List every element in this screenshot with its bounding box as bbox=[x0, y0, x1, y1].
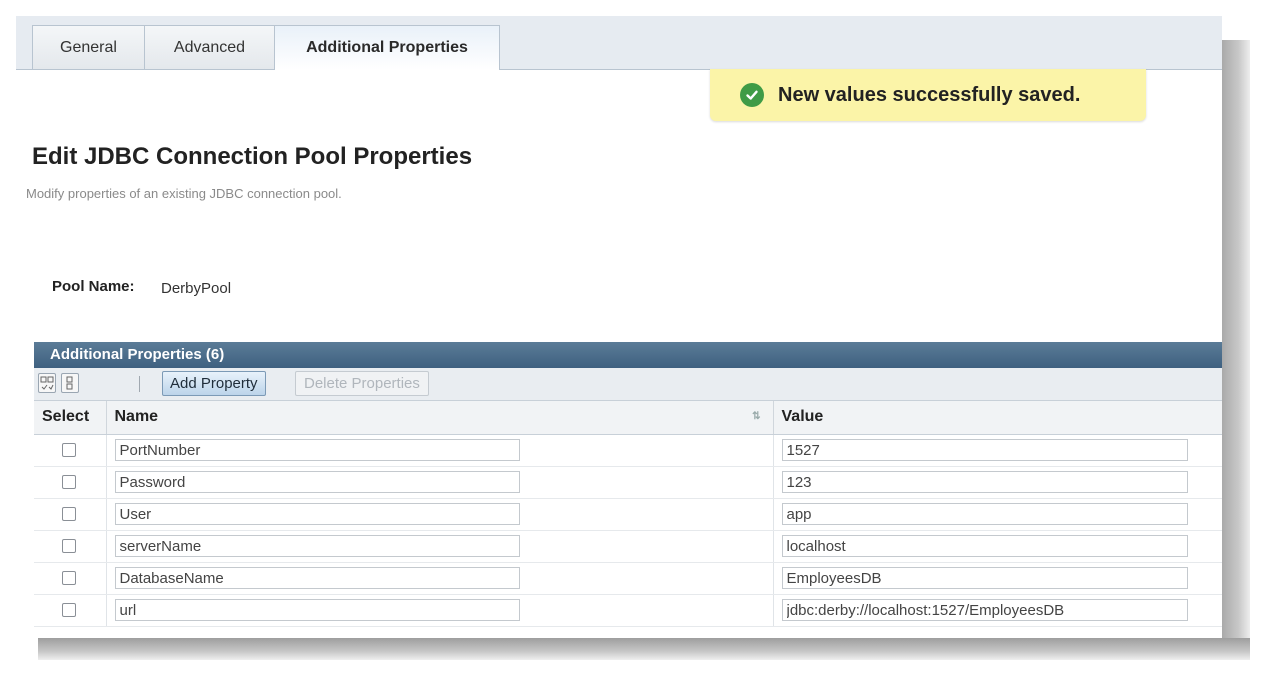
table-row bbox=[34, 594, 1222, 627]
success-alert: New values successfully saved. bbox=[710, 69, 1146, 121]
table-title: Additional Properties (6) bbox=[34, 342, 1222, 368]
table-row bbox=[34, 498, 1222, 531]
column-header-name[interactable]: Name ⇅ bbox=[106, 401, 774, 435]
table-row bbox=[34, 466, 1222, 499]
property-value-field[interactable] bbox=[781, 599, 1188, 621]
page-help-text: Modify properties of an existing JDBC co… bbox=[26, 186, 342, 201]
page-title: Edit JDBC Connection Pool Properties bbox=[32, 143, 473, 170]
property-name-field[interactable] bbox=[114, 503, 520, 525]
property-name-field[interactable] bbox=[114, 599, 520, 621]
tab-general[interactable]: General bbox=[32, 25, 145, 69]
alert-message: New values successfully saved. bbox=[778, 83, 1081, 106]
pool-name-value: DerbyPool bbox=[161, 280, 232, 297]
properties-grid: Select Name ⇅ Value bbox=[34, 401, 1222, 627]
property-value-field[interactable] bbox=[781, 439, 1188, 461]
property-value-field[interactable] bbox=[781, 471, 1188, 493]
properties-table: Additional Properties (6) Add Property D… bbox=[34, 342, 1222, 627]
pool-name-label: Pool Name: bbox=[52, 278, 135, 295]
row-select-checkbox[interactable] bbox=[62, 507, 76, 521]
property-name-field[interactable] bbox=[114, 439, 520, 461]
frame-shadow bbox=[1222, 40, 1250, 650]
add-property-button[interactable]: Add Property bbox=[162, 371, 266, 396]
column-header-name-label: Name bbox=[114, 408, 159, 426]
delete-properties-button[interactable]: Delete Properties bbox=[295, 371, 429, 396]
frame-shadow bbox=[38, 638, 1250, 660]
select-all-icon[interactable] bbox=[38, 373, 56, 393]
table-row bbox=[34, 530, 1222, 563]
property-name-field[interactable] bbox=[114, 535, 520, 557]
property-name-field[interactable] bbox=[114, 471, 520, 493]
row-select-checkbox[interactable] bbox=[62, 539, 76, 553]
row-select-checkbox[interactable] bbox=[62, 571, 76, 585]
table-toolbar: Add Property Delete Properties bbox=[34, 368, 1222, 401]
main-window: General Advanced Additional Properties N… bbox=[16, 16, 1222, 638]
sort-icon[interactable]: ⇅ bbox=[752, 411, 760, 422]
tab-additional-properties[interactable]: Additional Properties bbox=[274, 25, 500, 70]
column-header-value[interactable]: Value bbox=[773, 401, 1222, 435]
tab-bar: General Advanced Additional Properties bbox=[16, 16, 1222, 70]
check-circle-icon bbox=[740, 83, 764, 107]
table-row bbox=[34, 562, 1222, 595]
deselect-all-icon[interactable] bbox=[61, 373, 79, 393]
row-select-checkbox[interactable] bbox=[62, 603, 76, 617]
column-header-select[interactable]: Select bbox=[34, 401, 107, 435]
row-select-checkbox[interactable] bbox=[62, 443, 76, 457]
property-name-field[interactable] bbox=[114, 567, 520, 589]
tab-advanced[interactable]: Advanced bbox=[144, 25, 275, 69]
table-row bbox=[34, 434, 1222, 467]
table-header-row: Select Name ⇅ Value bbox=[34, 401, 1222, 435]
toolbar-separator bbox=[139, 376, 140, 392]
property-value-field[interactable] bbox=[781, 567, 1188, 589]
property-value-field[interactable] bbox=[781, 503, 1188, 525]
row-select-checkbox[interactable] bbox=[62, 475, 76, 489]
property-value-field[interactable] bbox=[781, 535, 1188, 557]
